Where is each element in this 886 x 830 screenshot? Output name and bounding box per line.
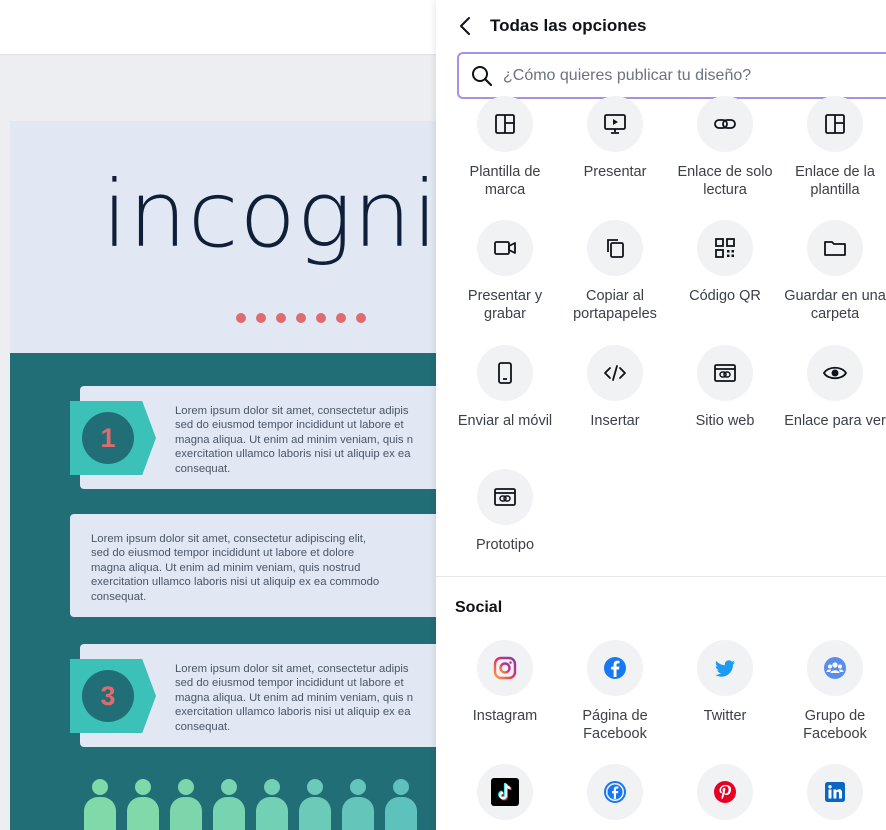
social-section-title: Social — [455, 599, 503, 616]
facebook-group-icon — [824, 657, 846, 679]
option-facebook-messenger[interactable] — [560, 764, 670, 820]
template-link-icon — [825, 114, 845, 134]
decorative-dots — [236, 313, 366, 323]
option-label: Plantilla de marca — [469, 164, 541, 198]
option-instagram[interactable]: Instagram — [450, 640, 560, 725]
card-text: Lorem ipsum dolor sit amet, consectetur … — [91, 533, 380, 603]
option-present-record[interactable]: Presentar y grabar — [450, 220, 560, 323]
back-button[interactable] — [454, 12, 478, 40]
option-pinterest[interactable] — [670, 764, 780, 820]
option-label: Copiar al portapapeles — [573, 288, 657, 322]
option-view-link[interactable]: Enlace para ver — [780, 345, 886, 430]
option-label: Enviar al móvil — [457, 413, 553, 429]
search-box[interactable] — [457, 52, 886, 99]
facebook-icon — [604, 657, 626, 679]
option-label: Presentar y grabar — [467, 288, 543, 322]
badge-number: 1 — [82, 412, 134, 464]
design-card-2: Lorem ipsum dolor sit amet, consectetur … — [70, 514, 436, 617]
option-send-mobile[interactable]: Enviar al móvil — [450, 345, 560, 430]
camera-icon — [494, 241, 516, 255]
design-canvas[interactable]: incognit Lorem ipsum dolor sit amet, con… — [10, 121, 436, 830]
people-illustration — [80, 779, 421, 830]
option-embed[interactable]: Insertar — [560, 345, 670, 430]
option-label: Presentar — [583, 164, 647, 180]
option-facebook-page[interactable]: Página de Facebook — [560, 640, 670, 743]
pinterest-icon — [714, 781, 736, 803]
option-readonly-link[interactable]: Enlace de solo lectura — [670, 96, 780, 199]
design-logo-text: incognit — [102, 161, 436, 268]
option-label: Código QR — [689, 288, 761, 304]
option-label: Enlace de la plantilla — [795, 164, 875, 198]
number-badge-1: 1 — [67, 396, 156, 480]
option-brand-template[interactable]: Plantilla de marca — [450, 96, 560, 199]
option-label: Prototipo — [475, 537, 535, 553]
option-label: Insertar — [590, 413, 640, 429]
option-prototype[interactable]: Prototipo — [450, 469, 560, 554]
chevron-left-icon — [460, 17, 470, 35]
option-label: Grupo de Facebook — [803, 708, 867, 742]
folder-icon — [824, 241, 846, 256]
copy-icon — [607, 239, 624, 258]
instagram-icon — [493, 656, 517, 680]
option-label: Enlace para ver — [784, 413, 886, 429]
website-icon — [714, 364, 736, 382]
option-present[interactable]: Presentar — [560, 96, 670, 181]
option-label: Guardar en una carpeta — [784, 288, 886, 322]
search-icon — [472, 66, 493, 87]
panel-header: Todas las opciones — [436, 0, 886, 52]
linkedin-icon — [825, 782, 845, 802]
option-linkedin[interactable] — [780, 764, 886, 820]
card-text: Lorem ipsum dolor sit amet, consectetur … — [175, 405, 413, 475]
option-label: Sitio web — [695, 413, 755, 429]
share-panel: Todas las opciones Plantilla de marca Pr… — [436, 0, 886, 830]
mobile-icon — [498, 362, 512, 384]
number-badge-3: 3 — [67, 654, 156, 738]
panel-title: Todas las opciones — [490, 16, 647, 35]
option-label: Página de Facebook — [582, 708, 648, 742]
link-icon — [714, 119, 736, 129]
option-website[interactable]: Sitio web — [670, 345, 780, 430]
card-text: Lorem ipsum dolor sit amet, consectetur … — [175, 663, 413, 733]
embed-code-icon — [604, 365, 626, 381]
option-qr-code[interactable]: Código QR — [670, 220, 780, 305]
option-template-link[interactable]: Enlace de la plantilla — [780, 96, 886, 199]
option-tiktok[interactable] — [450, 764, 560, 820]
option-label: Enlace de solo lectura — [677, 164, 773, 198]
option-copy-clipboard[interactable]: Copiar al portapapeles — [560, 220, 670, 323]
badge-number: 3 — [82, 670, 134, 722]
option-twitter[interactable]: Twitter — [670, 640, 780, 725]
prototype-icon — [494, 488, 516, 506]
twitter-icon — [715, 660, 735, 677]
qr-code-icon — [715, 238, 735, 258]
eye-icon — [822, 366, 848, 380]
option-facebook-group[interactable]: Grupo de Facebook — [780, 640, 886, 743]
option-label: Instagram — [472, 708, 538, 724]
tiktok-icon — [491, 778, 519, 806]
brand-template-icon — [495, 114, 515, 134]
section-divider — [436, 576, 886, 577]
present-icon — [604, 114, 626, 134]
search-input[interactable] — [503, 60, 883, 92]
option-label: Twitter — [703, 708, 747, 724]
facebook-messenger-icon — [604, 781, 626, 803]
option-save-folder[interactable]: Guardar en una carpeta — [780, 220, 886, 323]
